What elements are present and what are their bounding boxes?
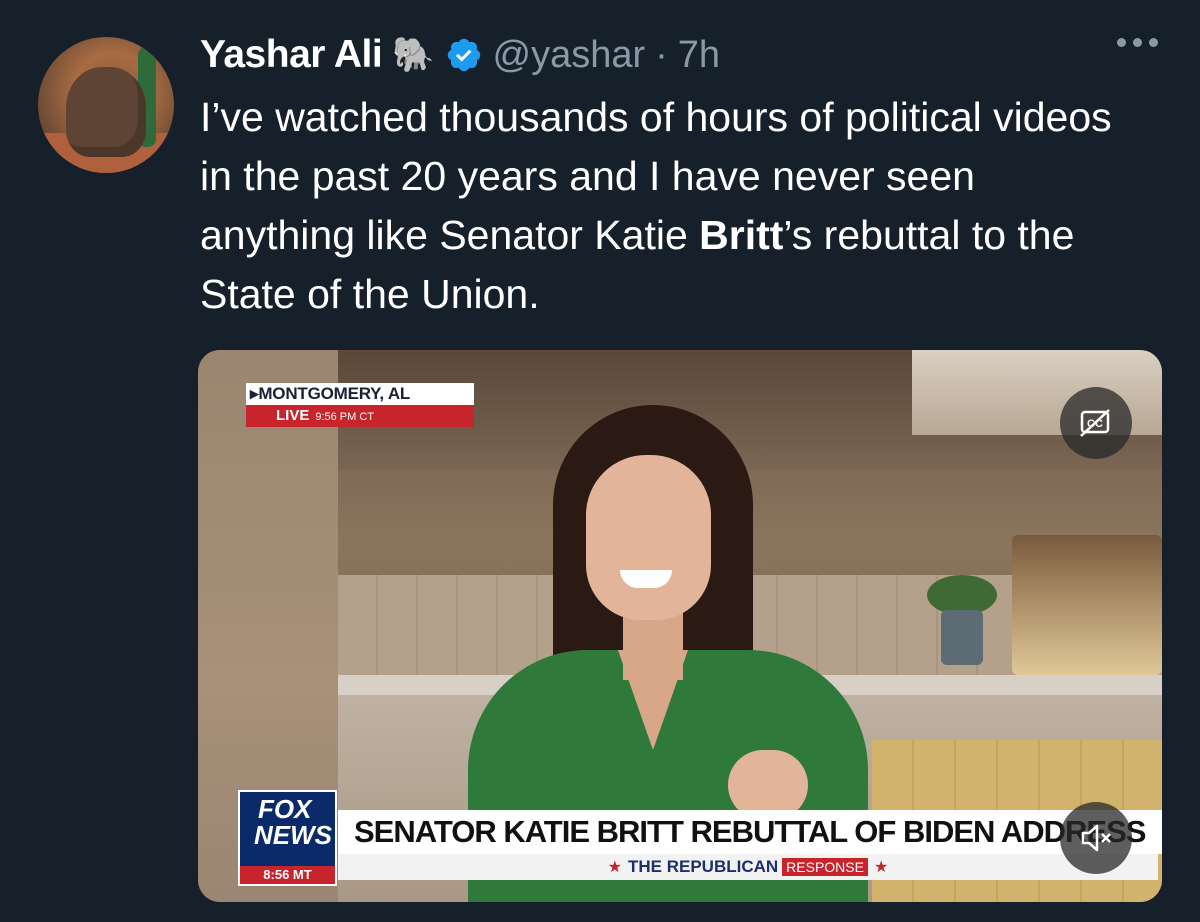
tweet-text-bold[interactable]: Britt <box>699 212 783 258</box>
live-row: LIVE 9:56 PM CT <box>246 405 474 427</box>
more-dot <box>1117 38 1126 47</box>
speaker-neckline <box>618 650 688 750</box>
tweet-header: Yashar Ali 🐘 @yashar · 7h <box>200 30 720 80</box>
chyron-headline: SENATOR KATIE BRITT REBUTTAL OF BIDEN AD… <box>338 810 1162 854</box>
location-text-row: ▸MONTGOMERY, AL <box>246 383 474 405</box>
timestamp[interactable]: 7h <box>678 34 720 77</box>
scene-plant <box>927 575 997 665</box>
more-dot <box>1149 38 1158 47</box>
speaker-face <box>586 455 711 620</box>
avatar[interactable] <box>38 37 174 173</box>
chyron: FOX NEWS 8:56 MT SENATOR KATIE BRITT REB… <box>238 790 1162 886</box>
avatar-elephant <box>66 67 146 157</box>
live-time: 9:56 PM CT <box>315 411 375 423</box>
elephant-emoji-icon: 🐘 <box>392 36 435 74</box>
location-text: MONTGOMERY, AL <box>258 384 411 403</box>
captions-button[interactable]: CC <box>1060 387 1132 459</box>
separator: · <box>655 33 668 76</box>
more-icon[interactable] <box>1117 38 1158 47</box>
verified-badge-icon[interactable] <box>445 36 483 74</box>
captions-icon: CC <box>1080 409 1110 437</box>
chyron-subline: ★ THE REPUBLICAN RESPONSE ★ <box>338 854 1158 880</box>
network-line2: NEWS <box>254 820 332 850</box>
star-icon: ★ <box>873 859 889 876</box>
mute-button[interactable] <box>1060 802 1132 874</box>
network-time: 8:56 MT <box>240 866 335 884</box>
mute-icon <box>1081 824 1111 852</box>
plant-pot <box>941 610 983 665</box>
scene-fruit-bowl <box>1012 535 1162 675</box>
author-name[interactable]: Yashar Ali <box>200 33 383 77</box>
live-label: LIVE <box>276 407 310 424</box>
plant-leaves <box>927 575 997 615</box>
author-handle[interactable]: @yashar <box>493 34 646 77</box>
more-dot <box>1133 38 1142 47</box>
star-icon: ★ <box>607 859 622 876</box>
fox-news-logo: FOX NEWS 8:56 MT <box>238 790 337 886</box>
video-player[interactable]: ▸MONTGOMERY, AL LIVE 9:56 PM CT CC FOX NE… <box>198 350 1162 902</box>
location-banner: ▸MONTGOMERY, AL LIVE 9:56 PM CT <box>246 383 474 431</box>
tweet-text: I’ve watched thousands of hours of polit… <box>200 88 1140 324</box>
chyron-sub-text: THE REPUBLICAN <box>628 857 779 876</box>
chyron-sub-tag: RESPONSE <box>782 858 868 876</box>
